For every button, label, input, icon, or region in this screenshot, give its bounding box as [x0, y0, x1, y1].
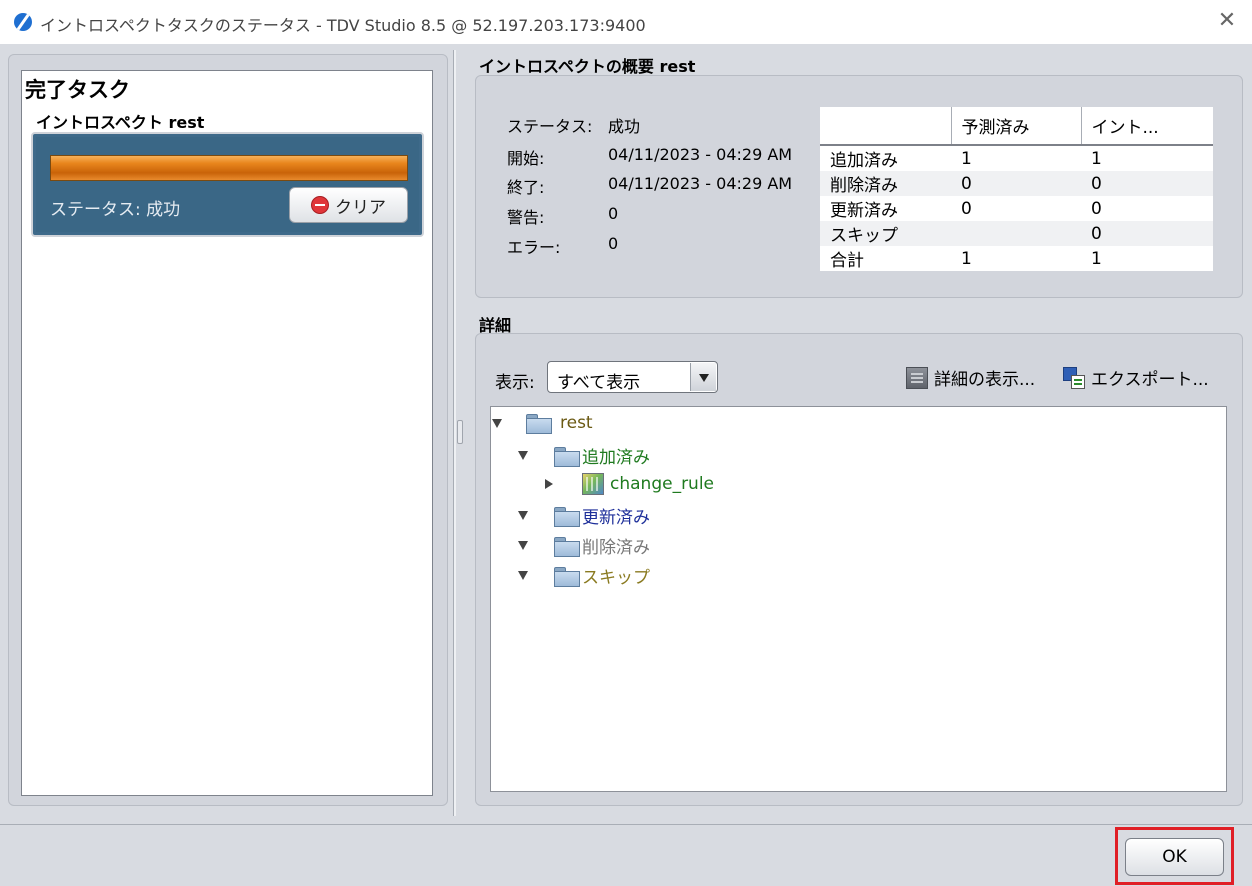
clear-button[interactable]: クリア [289, 187, 408, 223]
folder-icon [526, 414, 552, 434]
tree-node-label: 削除済み [582, 538, 650, 558]
table-row: 更新済み 0 0 [820, 196, 1213, 222]
tree-node-added[interactable]: 追加済み [518, 443, 650, 468]
tree-node-label: 追加済み [582, 448, 650, 468]
table-row: スキップ 0 [820, 221, 1213, 246]
table-cell: 削除済み [820, 171, 951, 196]
tree-node-deleted[interactable]: 削除済み [518, 533, 650, 558]
task-name: イントロスペクト rest [36, 113, 205, 132]
tree-node-label: 更新済み [582, 508, 650, 528]
table-cell: 合計 [830, 251, 864, 271]
completed-tasks-heading: 完了タスク [25, 78, 130, 102]
table-header[interactable]: 予測済み [951, 107, 1082, 146]
table-cell: 1 [1091, 248, 1102, 269]
show-details-label: 詳細の表示... [934, 370, 1036, 390]
show-details-button[interactable]: 詳細の表示... [906, 365, 1035, 390]
start-label: 開始: [507, 149, 545, 168]
expand-arrow-icon[interactable] [545, 479, 553, 489]
table-row: 合計 1 1 [820, 246, 1213, 272]
tree-node-updated[interactable]: 更新済み [518, 503, 650, 528]
show-filter-value: すべて表示 [557, 373, 641, 393]
table-cell: 0 [961, 198, 972, 219]
task-card: ステータス: 成功 クリア [31, 132, 424, 237]
tdv-app-icon [14, 13, 32, 31]
table-cell [951, 221, 1081, 246]
table-cell: 追加済み [830, 151, 898, 171]
end-label: 終了: [507, 178, 545, 197]
window-title: イントロスペクトタスクのステータス - TDV Studio 8.5 @ 52.… [40, 16, 646, 35]
table-cell: 0 [951, 171, 1081, 196]
clear-stop-icon [311, 196, 329, 214]
expand-arrow-icon[interactable] [518, 571, 528, 580]
table-cell: 0 [1091, 198, 1102, 219]
task-card-body: ステータス: 成功 クリア [36, 137, 419, 232]
folder-icon [554, 566, 580, 587]
tree-node-label: rest [560, 413, 593, 433]
warning-label: 警告: [507, 208, 545, 227]
splitter-handle[interactable] [457, 420, 463, 444]
table-row: 削除済み 0 0 [820, 171, 1213, 196]
table-header[interactable]: イント... [1081, 107, 1213, 146]
clear-button-label: クリア [335, 197, 386, 218]
expand-arrow-icon[interactable] [492, 418, 502, 428]
export-icon [1063, 366, 1085, 389]
table-cell: スキップ [820, 221, 951, 246]
expand-arrow-icon[interactable] [518, 451, 528, 460]
table-row: 追加済み 1 1 [820, 145, 1213, 172]
status-label: ステータス: [507, 117, 593, 136]
tree-node-label: change_rule [610, 474, 715, 494]
warning-value: 0 [608, 204, 619, 223]
summary-heading: イントロスペクトの概要 rest [479, 57, 696, 76]
tree-node-change-rule[interactable]: change_rule [545, 473, 714, 495]
error-value: 0 [608, 234, 619, 253]
task-status-text: ステータス: 成功 [50, 200, 181, 220]
folder-icon [554, 446, 580, 467]
export-label: エクスポート... [1091, 370, 1209, 390]
title-bar: イントロスペクトタスクのステータス - TDV Studio 8.5 @ 52.… [0, 0, 1252, 44]
close-icon[interactable]: ✕ [1216, 10, 1238, 33]
table-cell: 0 [1081, 171, 1213, 196]
ok-button[interactable]: OK [1125, 838, 1224, 876]
start-value: 04/11/2023 - 04:29 AM [608, 145, 793, 164]
folder-icon [554, 506, 580, 527]
export-button[interactable]: エクスポート... [1063, 365, 1209, 390]
table-cell: 1 [961, 148, 972, 169]
task-progress-bar [50, 155, 408, 181]
error-label: エラー: [507, 238, 561, 257]
expand-arrow-icon[interactable] [518, 541, 528, 550]
table-header-row: 予測済み イント... [820, 107, 1213, 146]
table-cell: 1 [1091, 148, 1102, 169]
status-value: 成功 [608, 117, 641, 136]
tree-node-rest[interactable]: rest [492, 413, 593, 434]
chevron-down-icon[interactable] [690, 363, 716, 391]
table-cell: 更新済み [830, 201, 898, 221]
folder-icon [554, 536, 580, 557]
footer-separator [0, 824, 1252, 825]
tree-node-skipped[interactable]: スキップ [518, 563, 650, 588]
introspect-stats-table: 予測済み イント... 追加済み 1 1 削除済み 0 0 更新済み 0 0 ス… [820, 107, 1213, 271]
expand-arrow-icon[interactable] [518, 511, 528, 520]
table-cell: 0 [1081, 221, 1213, 246]
document-icon [906, 366, 928, 389]
tree-node-label: スキップ [582, 568, 650, 588]
table-cell: 1 [961, 248, 972, 269]
end-value: 04/11/2023 - 04:29 AM [608, 174, 793, 193]
show-filter-select[interactable]: すべて表示 [547, 361, 718, 393]
panel-splitter[interactable] [453, 50, 456, 816]
rule-icon [582, 473, 604, 495]
show-filter-label: 表示: [495, 373, 535, 393]
table-header[interactable] [820, 107, 952, 146]
